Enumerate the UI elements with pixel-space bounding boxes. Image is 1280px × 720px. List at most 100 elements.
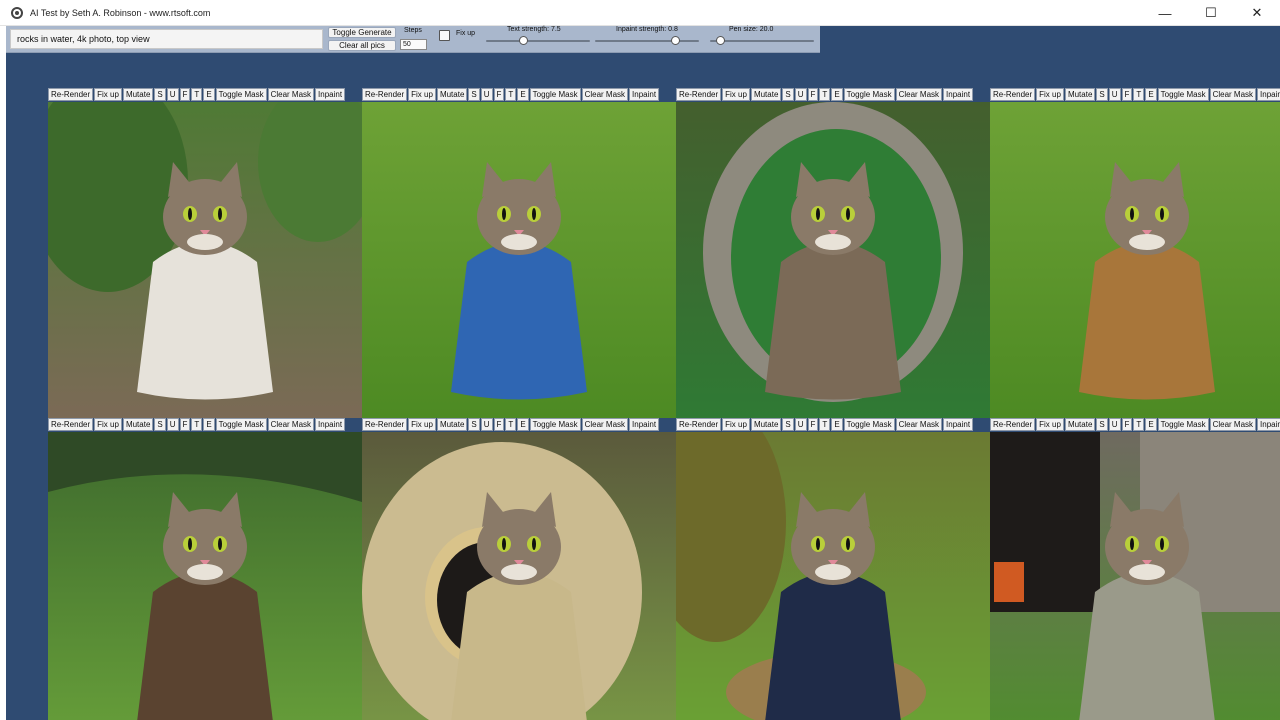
f-button[interactable]: F: [493, 418, 505, 431]
t-button[interactable]: T: [191, 88, 203, 101]
fix-up-button[interactable]: Fix up: [722, 418, 750, 431]
u-button[interactable]: U: [794, 88, 807, 101]
generated-image[interactable]: [676, 102, 990, 418]
clear-mask-button[interactable]: Clear Mask: [1209, 418, 1257, 431]
inpaint-button[interactable]: Inpaint: [315, 88, 346, 101]
re-render-button[interactable]: Re-Render: [362, 418, 408, 431]
u-button[interactable]: U: [1108, 88, 1121, 101]
u-button[interactable]: U: [794, 418, 807, 431]
fix-up-button[interactable]: Fix up: [408, 88, 436, 101]
f-button[interactable]: F: [807, 88, 819, 101]
slider-thumb[interactable]: [671, 36, 681, 45]
s-button[interactable]: S: [782, 88, 794, 101]
maximize-button[interactable]: ☐: [1188, 0, 1234, 26]
toggle-mask-button[interactable]: Toggle Mask: [1157, 418, 1209, 431]
mutate-button[interactable]: Mutate: [750, 88, 782, 101]
toggle-mask-button[interactable]: Toggle Mask: [529, 418, 581, 431]
f-button[interactable]: F: [1121, 418, 1133, 431]
clear-mask-button[interactable]: Clear Mask: [581, 88, 629, 101]
generated-image[interactable]: [676, 432, 990, 720]
e-button[interactable]: E: [203, 88, 215, 101]
mutate-button[interactable]: Mutate: [436, 88, 468, 101]
clear-mask-button[interactable]: Clear Mask: [581, 418, 629, 431]
f-button[interactable]: F: [179, 418, 191, 431]
inpaint-button[interactable]: Inpaint: [1257, 88, 1280, 101]
t-button[interactable]: T: [191, 418, 203, 431]
inpaint-button[interactable]: Inpaint: [315, 418, 346, 431]
u-button[interactable]: U: [1108, 418, 1121, 431]
clear-all-pics-button[interactable]: Clear all pics: [328, 40, 396, 51]
e-button[interactable]: E: [517, 88, 529, 101]
t-button[interactable]: T: [819, 88, 831, 101]
fix-up-button[interactable]: Fix up: [1036, 88, 1064, 101]
t-button[interactable]: T: [1133, 88, 1145, 101]
re-render-button[interactable]: Re-Render: [676, 88, 722, 101]
fix-up-button[interactable]: Fix up: [408, 418, 436, 431]
e-button[interactable]: E: [203, 418, 215, 431]
t-button[interactable]: T: [819, 418, 831, 431]
re-render-button[interactable]: Re-Render: [362, 88, 408, 101]
f-button[interactable]: F: [807, 418, 819, 431]
u-button[interactable]: U: [166, 88, 179, 101]
close-button[interactable]: ✕: [1234, 0, 1280, 26]
toggle-mask-button[interactable]: Toggle Mask: [215, 418, 267, 431]
pen-size-slider[interactable]: [710, 35, 814, 47]
mutate-button[interactable]: Mutate: [122, 88, 154, 101]
fix-up-button[interactable]: Fix up: [94, 418, 122, 431]
mutate-button[interactable]: Mutate: [1064, 418, 1096, 431]
clear-mask-button[interactable]: Clear Mask: [1209, 88, 1257, 101]
clear-mask-button[interactable]: Clear Mask: [895, 88, 943, 101]
s-button[interactable]: S: [1096, 88, 1108, 101]
mutate-button[interactable]: Mutate: [436, 418, 468, 431]
f-button[interactable]: F: [179, 88, 191, 101]
toggle-mask-button[interactable]: Toggle Mask: [843, 88, 895, 101]
slider-thumb[interactable]: [519, 36, 529, 45]
generated-image[interactable]: [362, 102, 676, 418]
t-button[interactable]: T: [1133, 418, 1145, 431]
re-render-button[interactable]: Re-Render: [48, 88, 94, 101]
toggle-mask-button[interactable]: Toggle Mask: [1157, 88, 1209, 101]
t-button[interactable]: T: [505, 418, 517, 431]
re-render-button[interactable]: Re-Render: [48, 418, 94, 431]
s-button[interactable]: S: [468, 418, 480, 431]
steps-input[interactable]: 50: [400, 39, 427, 50]
s-button[interactable]: S: [782, 418, 794, 431]
inpaint-button[interactable]: Inpaint: [943, 88, 974, 101]
s-button[interactable]: S: [1096, 418, 1108, 431]
mutate-button[interactable]: Mutate: [750, 418, 782, 431]
clear-mask-button[interactable]: Clear Mask: [267, 88, 315, 101]
e-button[interactable]: E: [517, 418, 529, 431]
inpaint-button[interactable]: Inpaint: [629, 418, 660, 431]
toggle-mask-button[interactable]: Toggle Mask: [215, 88, 267, 101]
mutate-button[interactable]: Mutate: [1064, 88, 1096, 101]
generated-image[interactable]: [362, 432, 676, 720]
toggle-mask-button[interactable]: Toggle Mask: [843, 418, 895, 431]
s-button[interactable]: S: [468, 88, 480, 101]
mutate-button[interactable]: Mutate: [122, 418, 154, 431]
clear-mask-button[interactable]: Clear Mask: [895, 418, 943, 431]
f-button[interactable]: F: [493, 88, 505, 101]
u-button[interactable]: U: [166, 418, 179, 431]
toggle-mask-button[interactable]: Toggle Mask: [529, 88, 581, 101]
minimize-button[interactable]: —: [1142, 0, 1188, 26]
fix-up-button[interactable]: Fix up: [1036, 418, 1064, 431]
generated-image[interactable]: [48, 102, 362, 418]
inpaint-button[interactable]: Inpaint: [943, 418, 974, 431]
e-button[interactable]: E: [831, 88, 843, 101]
f-button[interactable]: F: [1121, 88, 1133, 101]
re-render-button[interactable]: Re-Render: [676, 418, 722, 431]
inpaint-button[interactable]: Inpaint: [1257, 418, 1280, 431]
u-button[interactable]: U: [480, 418, 493, 431]
generated-image[interactable]: [48, 432, 362, 720]
text-strength-slider[interactable]: [486, 35, 590, 47]
e-button[interactable]: E: [1145, 88, 1157, 101]
t-button[interactable]: T: [505, 88, 517, 101]
generated-image[interactable]: [990, 432, 1280, 720]
inpaint-strength-slider[interactable]: [595, 35, 699, 47]
prompt-input[interactable]: [10, 29, 323, 49]
fix-up-button[interactable]: Fix up: [94, 88, 122, 101]
s-button[interactable]: S: [154, 88, 166, 101]
e-button[interactable]: E: [1145, 418, 1157, 431]
e-button[interactable]: E: [831, 418, 843, 431]
fix-up-button[interactable]: Fix up: [722, 88, 750, 101]
